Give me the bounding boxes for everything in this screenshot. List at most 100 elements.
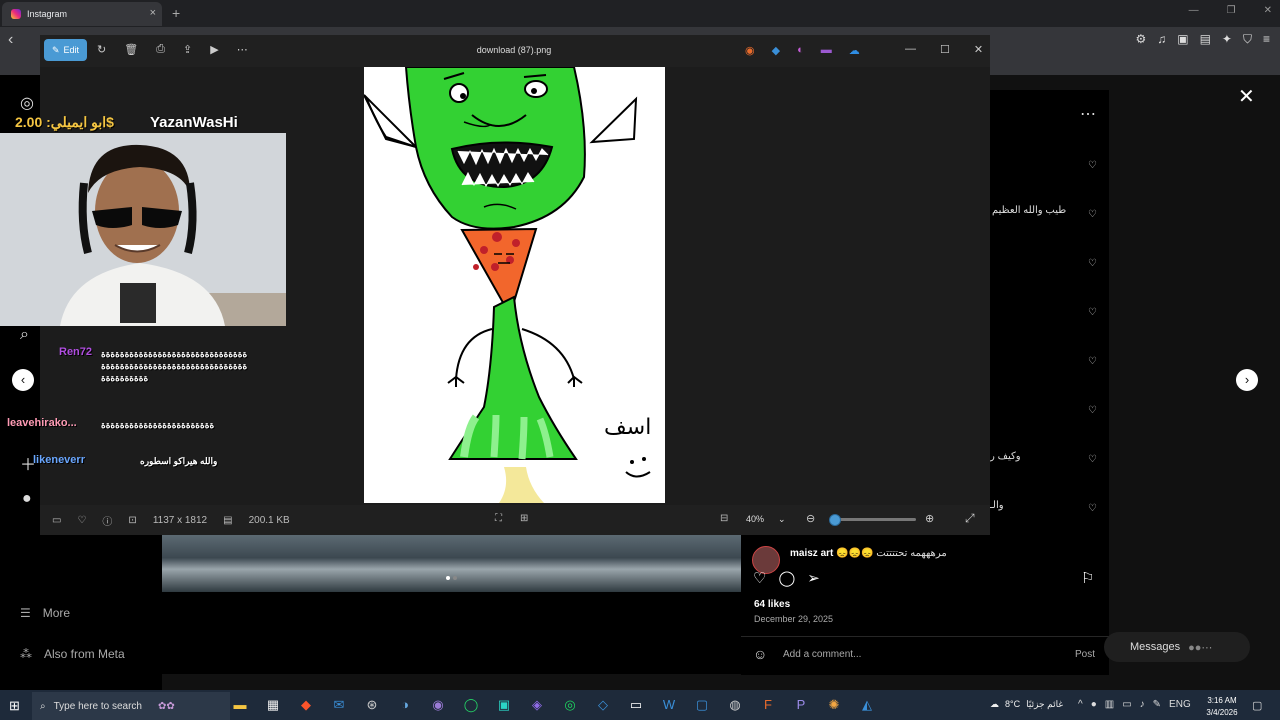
profile-avatar-icon[interactable]: ● xyxy=(22,490,32,508)
onedrive-icon[interactable]: ☁ xyxy=(849,44,860,57)
clipchamp-icon[interactable]: ◐ xyxy=(797,44,804,57)
extension-icon[interactable]: ⚙ xyxy=(1135,32,1146,47)
zoom-in-icon[interactable]: ⊕ xyxy=(925,512,934,525)
vpn-icon[interactable]: ◇ xyxy=(595,697,611,713)
back-arrow-icon[interactable]: ‹ xyxy=(8,31,13,49)
pen-icon[interactable]: ✎ xyxy=(1153,699,1161,710)
more-label: More xyxy=(42,606,71,620)
comment-like-icon[interactable]: ♡ xyxy=(1088,356,1097,367)
fullscreen-icon[interactable]: ⤢ xyxy=(965,511,975,526)
add-comment-input[interactable]: Add a comment... xyxy=(783,649,861,660)
copilot-icon[interactable]: ◉ xyxy=(745,44,755,57)
network-icon[interactable]: ▥ xyxy=(1105,699,1114,710)
word-icon[interactable]: W xyxy=(661,697,677,713)
tray-chevron-icon[interactable]: ^ xyxy=(1078,699,1083,710)
zoom-slider[interactable] xyxy=(830,518,916,521)
close-post-icon[interactable]: ✕ xyxy=(1238,84,1255,109)
share-icon[interactable]: ➢ xyxy=(807,569,820,587)
display-icon[interactable]: ▭ xyxy=(1122,699,1131,710)
wallet-icon[interactable]: ▤ xyxy=(1200,32,1211,47)
emoji-icon[interactable]: ☺ xyxy=(753,646,767,662)
favorite-icon[interactable]: ♡ xyxy=(77,515,86,526)
likes-count[interactable]: 64 likes xyxy=(754,599,790,610)
comment-like-icon[interactable]: ♡ xyxy=(1088,209,1097,220)
restore-icon[interactable]: ❐ xyxy=(1227,5,1236,16)
whatsapp-icon[interactable]: ◯ xyxy=(463,697,479,713)
file-explorer-icon[interactable]: ▬ xyxy=(232,697,248,713)
viewer-maximize-icon[interactable]: ☐ xyxy=(940,43,950,56)
taskbar-search[interactable]: ⌕ Type here to search ✿✿ xyxy=(32,692,230,720)
rotate-icon[interactable]: ↻ xyxy=(97,43,106,56)
post-comment-button[interactable]: Post xyxy=(1075,649,1095,660)
viewer-close-icon[interactable]: ✕ xyxy=(974,43,983,56)
terminal-icon[interactable]: ▭ xyxy=(628,697,644,713)
info-icon[interactable]: ⓘ xyxy=(102,513,112,528)
steam-icon[interactable]: ◑ xyxy=(397,697,413,713)
photos-icon[interactable]: ◭ xyxy=(859,697,875,713)
edit-button[interactable]: ✎ Edit xyxy=(44,39,87,61)
comment-icon[interactable]: ◯ xyxy=(778,569,795,587)
viewer-minimize-icon[interactable]: — xyxy=(905,43,916,56)
music-icon[interactable]: ♫ xyxy=(1157,32,1166,47)
video-editor-icon[interactable]: ▬ xyxy=(821,44,832,57)
taskbar-clock[interactable]: 3:16 AM 3/4/2026 xyxy=(1202,695,1242,719)
outlook-icon[interactable]: ✉ xyxy=(331,697,347,713)
comment-like-icon[interactable]: ♡ xyxy=(1088,258,1097,269)
volume-icon[interactable]: ♪ xyxy=(1140,699,1145,710)
fresco-icon[interactable]: F xyxy=(760,697,776,713)
share-icon[interactable]: ⇪ xyxy=(183,43,192,56)
delete-icon[interactable]: 🗑 xyxy=(124,43,138,56)
sidebar-icon[interactable]: ▣ xyxy=(1177,32,1188,47)
notification-icon[interactable]: ▢ xyxy=(1252,699,1262,712)
menu-icon[interactable]: ≡ xyxy=(1263,32,1270,47)
post-options-icon[interactable]: ⋯ xyxy=(1080,104,1096,124)
language-indicator[interactable]: ENG xyxy=(1169,699,1191,710)
instagram-logo-icon[interactable]: ◎ xyxy=(20,93,34,113)
store-icon[interactable]: ▦ xyxy=(265,697,281,713)
next-post-arrow-icon[interactable]: › xyxy=(1236,369,1258,391)
comment-like-icon[interactable]: ♡ xyxy=(1088,454,1097,465)
chat-message: ةةةةةةةةةةةةةةةةةةةةةةةةةةةةةةةةةةةةةةةة… xyxy=(101,349,248,383)
comment-like-icon[interactable]: ♡ xyxy=(1088,307,1097,318)
android-icon[interactable]: ▣ xyxy=(496,697,512,713)
more-menu-item[interactable]: ☰ More xyxy=(20,606,70,620)
ai-icon[interactable]: ✦ xyxy=(1222,32,1232,47)
mic-icon[interactable]: ● xyxy=(1091,699,1097,710)
shield-icon[interactable]: ⛉ xyxy=(1243,32,1252,47)
zoom-slider-handle[interactable] xyxy=(829,514,841,526)
comment-like-icon[interactable]: ♡ xyxy=(1088,503,1097,514)
zoom-out-icon[interactable]: ⊖ xyxy=(806,512,815,525)
zoom-dropdown[interactable]: 40% ⌄ xyxy=(740,510,802,528)
start-windows-icon[interactable]: ⊞ xyxy=(9,698,20,714)
also-from-meta-item[interactable]: ⁂ Also from Meta xyxy=(20,647,125,661)
weather-widget[interactable]: ☁ 8°C غائم جزئيًا xyxy=(990,699,1063,710)
designer-icon[interactable]: ◆ xyxy=(772,44,780,57)
actual-size-icon[interactable]: ⊞ xyxy=(520,513,528,524)
filmstrip-icon[interactable]: ▭ xyxy=(52,515,61,526)
fit-icon[interactable]: ⛶ xyxy=(495,513,502,524)
fit-window-icon[interactable]: ⊟ xyxy=(720,513,728,524)
print-icon[interactable]: ⎙ xyxy=(156,43,165,56)
minimize-icon[interactable]: — xyxy=(1189,5,1199,16)
like-icon[interactable]: ♡ xyxy=(753,569,766,587)
slideshow-icon[interactable]: ▶ xyxy=(210,43,218,56)
discord-icon[interactable]: ◉ xyxy=(430,697,446,713)
brave-icon[interactable]: ◆ xyxy=(298,697,314,713)
spotify-icon[interactable]: ◎ xyxy=(562,697,578,713)
game-icon[interactable]: ✺ xyxy=(826,697,842,713)
window-icon[interactable]: ▢ xyxy=(694,697,710,713)
more-options-icon[interactable]: ⋯ xyxy=(237,43,248,56)
comment-like-icon[interactable]: ♡ xyxy=(1088,405,1097,416)
comment-like-icon[interactable]: ♡ xyxy=(1088,160,1097,171)
new-tab-button[interactable]: + xyxy=(172,5,180,21)
close-window-icon[interactable]: ✕ xyxy=(1264,5,1272,16)
tab-close-icon[interactable]: × xyxy=(150,7,156,19)
chatgpt-icon[interactable]: ⊛ xyxy=(364,697,380,713)
messages-button[interactable]: Messages ●●⋯ xyxy=(1104,632,1250,662)
obs-icon[interactable]: ◍ xyxy=(727,697,743,713)
gamepad-icon[interactable]: ◈ xyxy=(529,697,545,713)
premiere-icon[interactable]: P xyxy=(793,697,809,713)
comment-username[interactable]: maisz art xyxy=(790,548,833,559)
browser-tab-instagram[interactable]: Instagram × xyxy=(2,2,162,26)
bookmark-icon[interactable]: ⚐ xyxy=(1081,569,1094,587)
